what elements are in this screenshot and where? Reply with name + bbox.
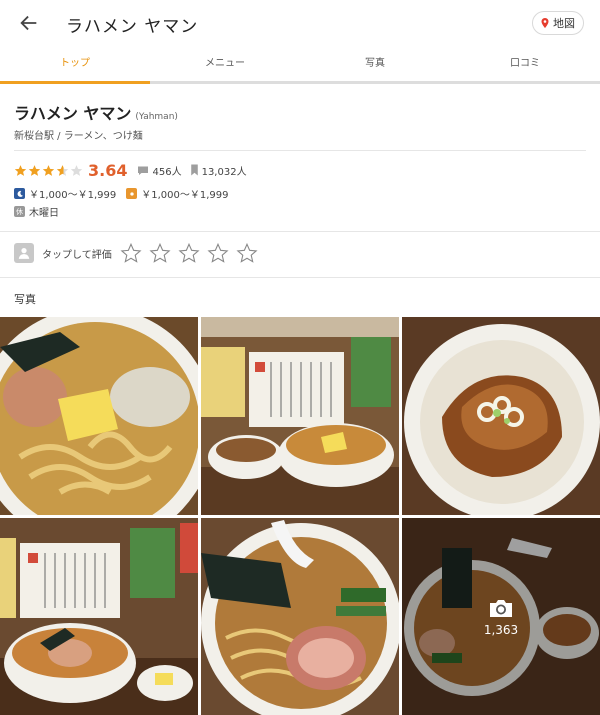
photo-count: 1,363 (483, 622, 519, 637)
map-button-label: 地図 (553, 17, 575, 30)
rate-star-3[interactable] (178, 242, 200, 264)
tab-menu[interactable]: メニュー (150, 46, 300, 81)
photo-pork-bowl[interactable] (402, 317, 600, 515)
comment-icon (138, 166, 149, 175)
photo-grid: 1,363 (0, 317, 600, 715)
divider (0, 277, 600, 278)
star-full-icon (42, 164, 55, 176)
rate-star-5[interactable] (236, 242, 258, 264)
shop-romaji: (Yahman) (135, 112, 178, 122)
rate-star-1[interactable] (120, 242, 142, 264)
star-full-icon (28, 164, 41, 176)
holiday-text: 木曜日 (29, 208, 59, 219)
tab-bar: トップ メニュー 写真 口コミ (0, 46, 600, 84)
photo-counter-ramen[interactable] (0, 518, 198, 715)
shop-name: ラハメン ヤマン (Yahman) (14, 100, 178, 124)
lunch-price: ￥1,000～￥1,999 (141, 190, 229, 201)
dinner-price: ￥1,000～￥1,999 (29, 190, 117, 201)
my-rating-row[interactable]: タップして評価 (14, 242, 265, 264)
rating-stars (14, 164, 84, 177)
rate-star-2[interactable] (149, 242, 171, 264)
divider (0, 231, 600, 232)
bookmark-icon (190, 164, 198, 176)
rating-row: 3.64 456人 13,032人 (14, 160, 255, 180)
shop-genre: 新桜台駅 / ラーメン、つけ麺 (14, 131, 143, 142)
holiday-row: 休 木曜日 (14, 204, 59, 219)
photos-section-title: 写真 (14, 293, 36, 306)
tap-to-rate-label: タップして評価 (42, 249, 112, 261)
star-half-icon (56, 164, 69, 176)
photo-shoyu-ramen[interactable] (201, 518, 399, 715)
photo-count-overlay: 1,363 (402, 518, 600, 715)
map-button[interactable]: 地図 (532, 11, 584, 35)
page-title: ラハメン ヤマン (66, 17, 199, 37)
lunch-sun-icon (126, 188, 138, 199)
bookmark-count[interactable]: 13,032人 (190, 163, 247, 178)
photo-more[interactable]: 1,363 (402, 518, 600, 715)
rating-score: 3.64 (88, 160, 128, 180)
app-header: ラハメン ヤマン 地図 (0, 0, 600, 46)
photo-table-ramen[interactable] (201, 317, 399, 515)
review-count[interactable]: 456人 (137, 163, 182, 178)
holiday-icon: 休 (14, 206, 25, 217)
photo-ramen-butter[interactable] (0, 317, 198, 515)
bookmark-count-text: 13,032人 (201, 166, 247, 178)
user-avatar-icon (14, 243, 34, 263)
back-arrow-icon[interactable] (18, 12, 40, 34)
dinner-moon-icon (14, 188, 25, 199)
price-row: ￥1,000～￥1,999 ￥1,000～￥1,999 (14, 186, 229, 201)
divider (14, 150, 586, 151)
review-count-text: 456人 (152, 166, 182, 178)
tab-top[interactable]: トップ (0, 46, 150, 84)
tab-reviews[interactable]: 口コミ (450, 46, 600, 81)
camera-icon (490, 599, 512, 617)
map-pin-icon (541, 18, 549, 28)
tab-photos[interactable]: 写真 (300, 46, 450, 81)
rate-star-4[interactable] (207, 242, 229, 264)
shop-name-text: ラハメン ヤマン (14, 104, 132, 123)
star-empty-icon (70, 164, 83, 176)
star-full-icon (14, 164, 27, 176)
